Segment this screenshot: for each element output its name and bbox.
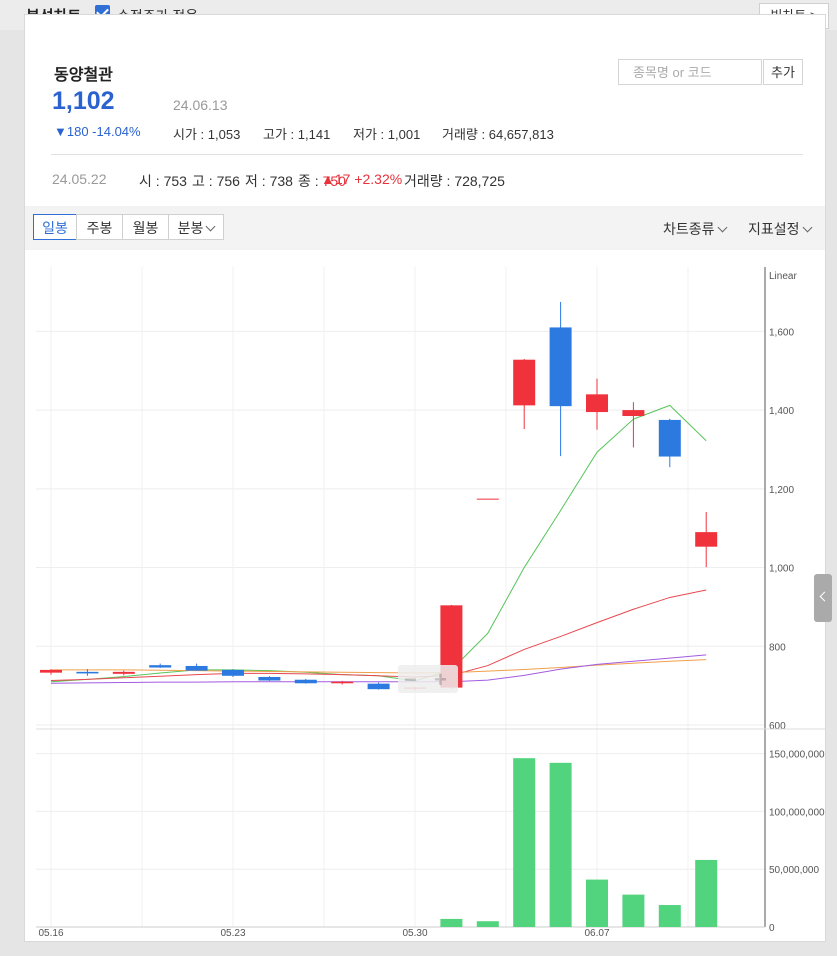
volume-bar (440, 918, 463, 927)
chevron-down-icon (205, 221, 216, 232)
zoom-controls[interactable]: − + (398, 665, 458, 693)
prev-low: 저 : 738 (245, 173, 293, 189)
date-tick-label: 05.30 (402, 928, 427, 939)
price-tick-label: 1,400 (769, 406, 794, 417)
candlestick-chart[interactable]: 600 800 1,000 1,200 1,400 1,600 0 50,000,000 100… (25, 252, 825, 941)
volume-tick-label: 0 (769, 923, 775, 934)
tab-daily[interactable]: 일봉 (33, 214, 77, 240)
low-price: 저가 : 1,001 (353, 127, 421, 142)
candle-body (112, 671, 135, 674)
open-price: 시가 : 1,053 (173, 127, 241, 142)
volume-tick-label: 100,000,000 (769, 807, 825, 818)
date-tick-label: 05.23 (220, 928, 245, 939)
prev-date: 24.05.22 (52, 171, 107, 187)
prev-volume: 거래량 : 728,725 (404, 173, 505, 189)
chevron-down-icon (802, 222, 812, 233)
candle-body (40, 669, 62, 673)
divider (51, 154, 803, 155)
trade-volume: 거래량 : 64,657,813 (442, 127, 554, 142)
candle-body (258, 676, 281, 681)
side-panel-toggle[interactable] (814, 574, 832, 622)
volume-tick-label: 150,000,000 (769, 750, 825, 761)
prev-open: 시 : 753 (139, 173, 187, 189)
price-tick-label: 800 (769, 642, 786, 653)
tab-monthly[interactable]: 월봉 (122, 214, 169, 240)
high-price: 고가 : 1,141 (263, 127, 331, 142)
candle-body (476, 498, 499, 500)
current-price: 1,102 (52, 87, 115, 115)
candle-body (294, 679, 317, 684)
candle-body (549, 327, 572, 407)
candle-body (76, 671, 99, 674)
volume-bar (695, 859, 718, 927)
candle-body (695, 532, 718, 547)
candle-body (658, 419, 681, 457)
chart-panel: 동양철관 1,102 24.06.13 ▼180 -14.04% 시가 : 1,… (24, 14, 826, 942)
price-tick-label: 1,600 (769, 327, 794, 338)
candle-body (367, 683, 390, 690)
candle-body (513, 359, 536, 406)
tab-minute[interactable]: 분봉 (168, 214, 224, 240)
chart-type-menu[interactable]: 차트종류 (663, 219, 727, 239)
price-tick-label: 1,200 (769, 485, 794, 496)
add-stock-button[interactable]: 추가 (763, 59, 803, 85)
candle-body (149, 665, 172, 668)
zoom-in-icon[interactable]: + (434, 667, 447, 693)
ma5-line (50, 404, 707, 683)
quote-date: 24.06.13 (173, 97, 228, 113)
tab-weekly[interactable]: 주봉 (76, 214, 123, 240)
price-tick-label: 1,000 (769, 564, 794, 575)
price-change: ▼180 -14.04% (54, 124, 141, 139)
candle-body (331, 681, 354, 684)
indicator-settings-menu[interactable]: 지표설정 (748, 219, 812, 239)
volume-tick-label: 50,000,000 (769, 865, 819, 876)
volume-bar (476, 921, 499, 927)
candle-body (586, 394, 608, 413)
candle-body (622, 410, 645, 416)
volume-bar (549, 762, 572, 927)
candle-body (185, 665, 208, 671)
volume-bar (513, 758, 536, 927)
volume-bar (586, 879, 608, 927)
prev-high: 고 : 756 (192, 173, 240, 189)
date-tick-label: 05.16 (38, 928, 63, 939)
stock-search-input[interactable]: 종목명 or 코드 (618, 59, 762, 85)
stock-name: 동양철관 (54, 67, 113, 84)
candle-body (222, 669, 244, 676)
scale-label: Linear (769, 271, 797, 282)
chevron-down-icon (717, 222, 727, 233)
price-tick-label: 600 (769, 721, 786, 732)
ma120-line (50, 654, 707, 684)
volume-bar (658, 905, 681, 927)
zoom-out-icon[interactable]: − (404, 667, 417, 693)
date-tick-label: 06.07 (584, 928, 609, 939)
volume-bar (622, 894, 645, 927)
prev-change: ▲17 +2.32% (321, 171, 403, 187)
